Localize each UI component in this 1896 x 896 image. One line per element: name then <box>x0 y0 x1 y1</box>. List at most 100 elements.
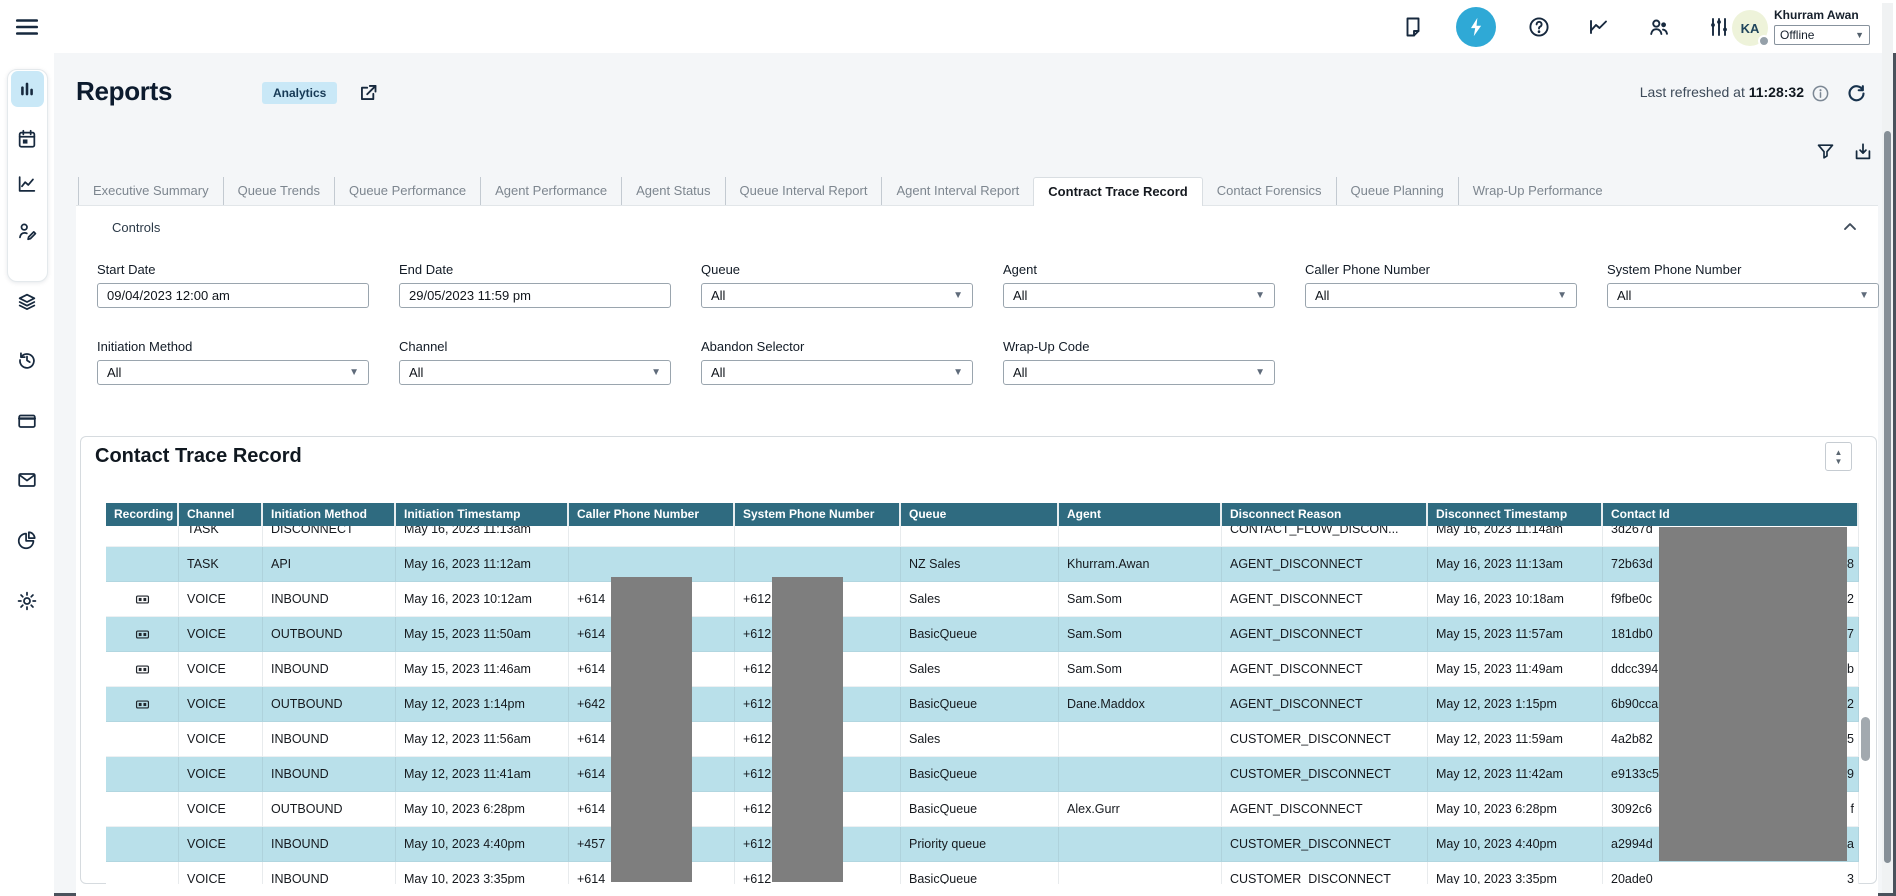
filter-value: All <box>1315 288 1329 303</box>
sidebar-item-window[interactable] <box>0 403 54 439</box>
info-icon[interactable] <box>1811 84 1830 103</box>
help-icon[interactable] <box>1522 10 1556 44</box>
refreshed-time: 11:28:32 <box>1749 84 1804 100</box>
chevron-down-icon: ▼ <box>349 367 359 378</box>
table-row[interactable]: VOICEINBOUNDMay 10, 2023 3:35pm+614+612B… <box>106 862 1859 884</box>
filter-value: All <box>711 288 725 303</box>
table-row[interactable]: VOICEINBOUNDMay 12, 2023 11:41am+614+612… <box>106 757 1859 792</box>
table-row[interactable]: VOICEINBOUNDMay 10, 2023 4:40pm+457+612P… <box>106 827 1859 862</box>
status-dot <box>1758 35 1770 47</box>
filter-select[interactable]: All▼ <box>97 360 369 385</box>
external-link-icon[interactable] <box>358 82 379 103</box>
table-row[interactable]: VOICEINBOUNDMay 15, 2023 11:46am+614+612… <box>106 652 1859 687</box>
analytics-badge[interactable]: Analytics <box>262 82 337 104</box>
tab-queue-interval-report[interactable]: Queue Interval Report <box>725 177 882 205</box>
filter-date-input[interactable]: 09/04/2023 12:00 am <box>97 283 369 308</box>
recording-icon <box>106 652 179 687</box>
cell-queue: NZ Sales <box>901 547 1059 582</box>
tab-agent-interval-report[interactable]: Agent Interval Report <box>881 177 1033 205</box>
contact-id-prefix: 72b63d <box>1611 547 1653 581</box>
cell-initiation-method: OUTBOUND <box>263 617 396 652</box>
table-row[interactable]: VOICEOUTBOUNDMay 12, 2023 1:14pm+642+612… <box>106 687 1859 722</box>
table-row[interactable]: TASKAPIMay 16, 2023 11:12amNZ SalesKhurr… <box>106 547 1859 582</box>
tab-queue-performance[interactable]: Queue Performance <box>334 177 480 205</box>
cell-initiation-timestamp: May 10, 2023 4:40pm <box>396 827 569 862</box>
cell-disconnect-timestamp: May 10, 2023 3:35pm <box>1428 862 1603 884</box>
cell-disconnect-timestamp: May 12, 2023 1:15pm <box>1428 687 1603 722</box>
filter-select[interactable]: All▼ <box>1607 283 1879 308</box>
refresh-icon[interactable] <box>1845 82 1868 105</box>
table-row[interactable]: VOICEINBOUNDMay 12, 2023 11:56am+614+612… <box>106 722 1859 757</box>
sliders-icon[interactable] <box>1702 10 1736 44</box>
tab-agent-performance[interactable]: Agent Performance <box>480 177 621 205</box>
sidebar-item-mail[interactable] <box>0 462 54 498</box>
sidebar-item-calendar[interactable] <box>0 121 54 157</box>
bolt-icon[interactable] <box>1456 7 1496 47</box>
sidebar-item-bar-chart[interactable] <box>0 71 54 107</box>
table-row[interactable]: TASKDISCONNECTMay 16, 2023 11:13amCONTAC… <box>106 526 1859 547</box>
tab-queue-trends[interactable]: Queue Trends <box>223 177 334 205</box>
cell-initiation-timestamp: May 10, 2023 3:35pm <box>396 862 569 884</box>
cell-channel: VOICE <box>179 757 263 792</box>
sidebar-item-history[interactable] <box>0 342 54 378</box>
cell-system-phone <box>735 526 901 547</box>
notes-icon[interactable] <box>1396 10 1430 44</box>
column-header-disconnect-timestamp: Disconnect Timestamp <box>1428 503 1603 526</box>
filter-label: Abandon Selector <box>701 339 973 354</box>
filter-select[interactable]: All▼ <box>399 360 671 385</box>
sidebar-item-line-chart[interactable] <box>0 166 54 202</box>
sidebar-item-pie-chart[interactable] <box>0 522 54 558</box>
column-header-disconnect-reason: Disconnect Reason <box>1222 503 1428 526</box>
cell-disconnect-reason: AGENT_DISCONNECT <box>1222 687 1428 722</box>
table-scrollbar-thumb[interactable] <box>1861 717 1870 761</box>
section-title: Contact Trace Record <box>95 445 302 468</box>
metrics-icon[interactable] <box>1582 10 1616 44</box>
cell-recording <box>106 757 179 792</box>
cell-initiation-timestamp: May 12, 2023 1:14pm <box>396 687 569 722</box>
cell-channel: TASK <box>179 526 263 547</box>
filter-select[interactable]: All▼ <box>701 360 973 385</box>
cell-queue: BasicQueue <box>901 862 1059 884</box>
contact-id-prefix: a2994d <box>1611 827 1653 861</box>
page-scrollbar-thumb[interactable] <box>1884 131 1891 863</box>
filter-select[interactable]: All▼ <box>701 283 973 308</box>
page-scrollbar[interactable] <box>1882 3 1893 893</box>
chevron-down-icon: ▼ <box>651 367 661 378</box>
filter-select[interactable]: All▼ <box>1003 360 1275 385</box>
tab-executive-summary[interactable]: Executive Summary <box>78 177 223 205</box>
collapse-chevron-up-icon[interactable] <box>1840 217 1860 237</box>
download-icon[interactable] <box>1852 141 1874 163</box>
filter-select[interactable]: All▼ <box>1305 283 1577 308</box>
cell-disconnect-timestamp: May 16, 2023 10:18am <box>1428 582 1603 617</box>
contact-id-tail: 7 <box>1847 617 1854 651</box>
spinner-up-icon[interactable]: ▲ <box>1835 448 1843 457</box>
filter-date-input[interactable]: 29/05/2023 11:59 pm <box>399 283 671 308</box>
tab-queue-planning[interactable]: Queue Planning <box>1336 177 1458 205</box>
spinner-down-icon[interactable]: ▼ <box>1835 457 1843 466</box>
table-row[interactable]: VOICEOUTBOUNDMay 15, 2023 11:50am+614+61… <box>106 617 1859 652</box>
contact-id-tail: f <box>1851 792 1854 826</box>
table-scrollbar[interactable] <box>1861 503 1870 884</box>
cell-initiation-method: OUTBOUND <box>263 687 396 722</box>
cell-agent <box>1059 722 1222 757</box>
sidebar-item-layers[interactable] <box>0 284 54 320</box>
avatar[interactable]: KA <box>1732 10 1768 46</box>
sidebar-item-gear[interactable] <box>0 583 54 619</box>
cell-recording <box>106 792 179 827</box>
tab-contract-trace-record[interactable]: Contract Trace Record <box>1033 177 1202 206</box>
table-row[interactable]: VOICEOUTBOUNDMay 10, 2023 6:28pm+614+612… <box>106 792 1859 827</box>
filter-label: System Phone Number <box>1607 262 1879 277</box>
contact-id-tail: 9 <box>1847 757 1854 791</box>
cell-initiation-method: INBOUND <box>263 862 396 884</box>
status-select[interactable]: Offline ▼ <box>1774 25 1870 45</box>
tab-wrap-up-performance[interactable]: Wrap-Up Performance <box>1458 177 1617 205</box>
tab-contact-forensics[interactable]: Contact Forensics <box>1203 177 1336 205</box>
filter-select[interactable]: All▼ <box>1003 283 1275 308</box>
sidebar-item-user-edit[interactable] <box>0 213 54 249</box>
tab-agent-status[interactable]: Agent Status <box>621 177 724 205</box>
column-header-agent: Agent <box>1059 503 1222 526</box>
table-row[interactable]: VOICEINBOUNDMay 16, 2023 10:12am+614+612… <box>106 582 1859 617</box>
filter-funnel-icon[interactable] <box>1815 141 1836 163</box>
menu-icon[interactable] <box>14 14 40 40</box>
users-icon[interactable] <box>1642 10 1676 44</box>
